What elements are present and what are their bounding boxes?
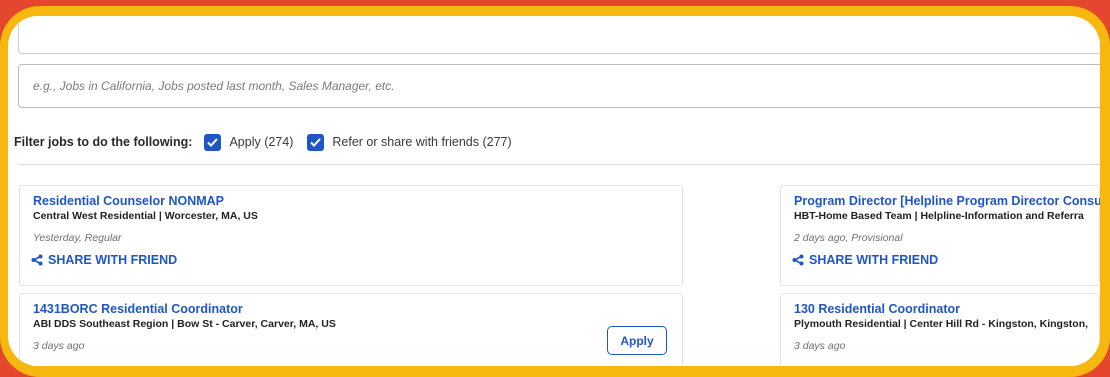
filter-row: Filter jobs to do the following: Apply (… [14, 132, 526, 152]
location-input[interactable] [18, 16, 1100, 54]
job-title-link[interactable]: Program Director [Helpline Program Direc… [794, 194, 1100, 208]
search-input[interactable] [18, 64, 1100, 108]
job-card[interactable]: 130 Residential Coordinator Plymouth Res… [780, 293, 1100, 366]
job-card[interactable]: Program Director [Helpline Program Direc… [780, 185, 1100, 286]
apply-checkbox-label[interactable]: Apply (274) [229, 135, 293, 149]
apply-checkbox[interactable] [204, 133, 222, 151]
job-search-screen: Filter jobs to do the following: Apply (… [8, 16, 1100, 366]
job-meta: ABI DDS Southeast Region | Bow St - Carv… [33, 318, 336, 330]
job-title-link[interactable]: 130 Residential Coordinator [794, 302, 960, 316]
divider [18, 164, 1100, 165]
refer-checkbox-label[interactable]: Refer or share with friends (277) [332, 135, 511, 149]
job-posted: 3 days ago [794, 340, 846, 352]
checkmark-icon [207, 137, 219, 147]
share-icon [792, 254, 804, 266]
share-label: SHARE WITH FRIEND [809, 253, 939, 267]
decorative-frame: Filter jobs to do the following: Apply (… [0, 6, 1110, 377]
job-meta: Central West Residential | Worcester, MA… [33, 210, 258, 222]
job-posted: Yesterday, Regular [33, 232, 122, 244]
job-title-link[interactable]: Residential Counselor NONMAP [33, 194, 224, 208]
job-card[interactable]: 1431BORC Residential Coordinator ABI DDS… [19, 293, 683, 366]
share-with-friend-button[interactable]: SHARE WITH FRIEND [31, 253, 177, 267]
job-posted: 2 days ago, Provisional [794, 232, 903, 244]
share-icon [31, 254, 43, 266]
job-meta: Plymouth Residential | Center Hill Rd - … [794, 318, 1089, 330]
job-posted: 3 days ago [33, 340, 85, 352]
checkmark-icon [310, 137, 322, 147]
apply-button[interactable]: Apply [607, 326, 667, 355]
filter-label: Filter jobs to do the following: [14, 135, 193, 149]
job-meta: HBT-Home Based Team | Helpline-Informati… [794, 210, 1084, 222]
share-with-friend-button[interactable]: SHARE WITH FRIEND [792, 253, 938, 267]
share-label: SHARE WITH FRIEND [48, 253, 178, 267]
job-title-link[interactable]: 1431BORC Residential Coordinator [33, 302, 243, 316]
job-card[interactable]: Residential Counselor NONMAP Central Wes… [19, 185, 683, 286]
refer-checkbox[interactable] [307, 133, 325, 151]
